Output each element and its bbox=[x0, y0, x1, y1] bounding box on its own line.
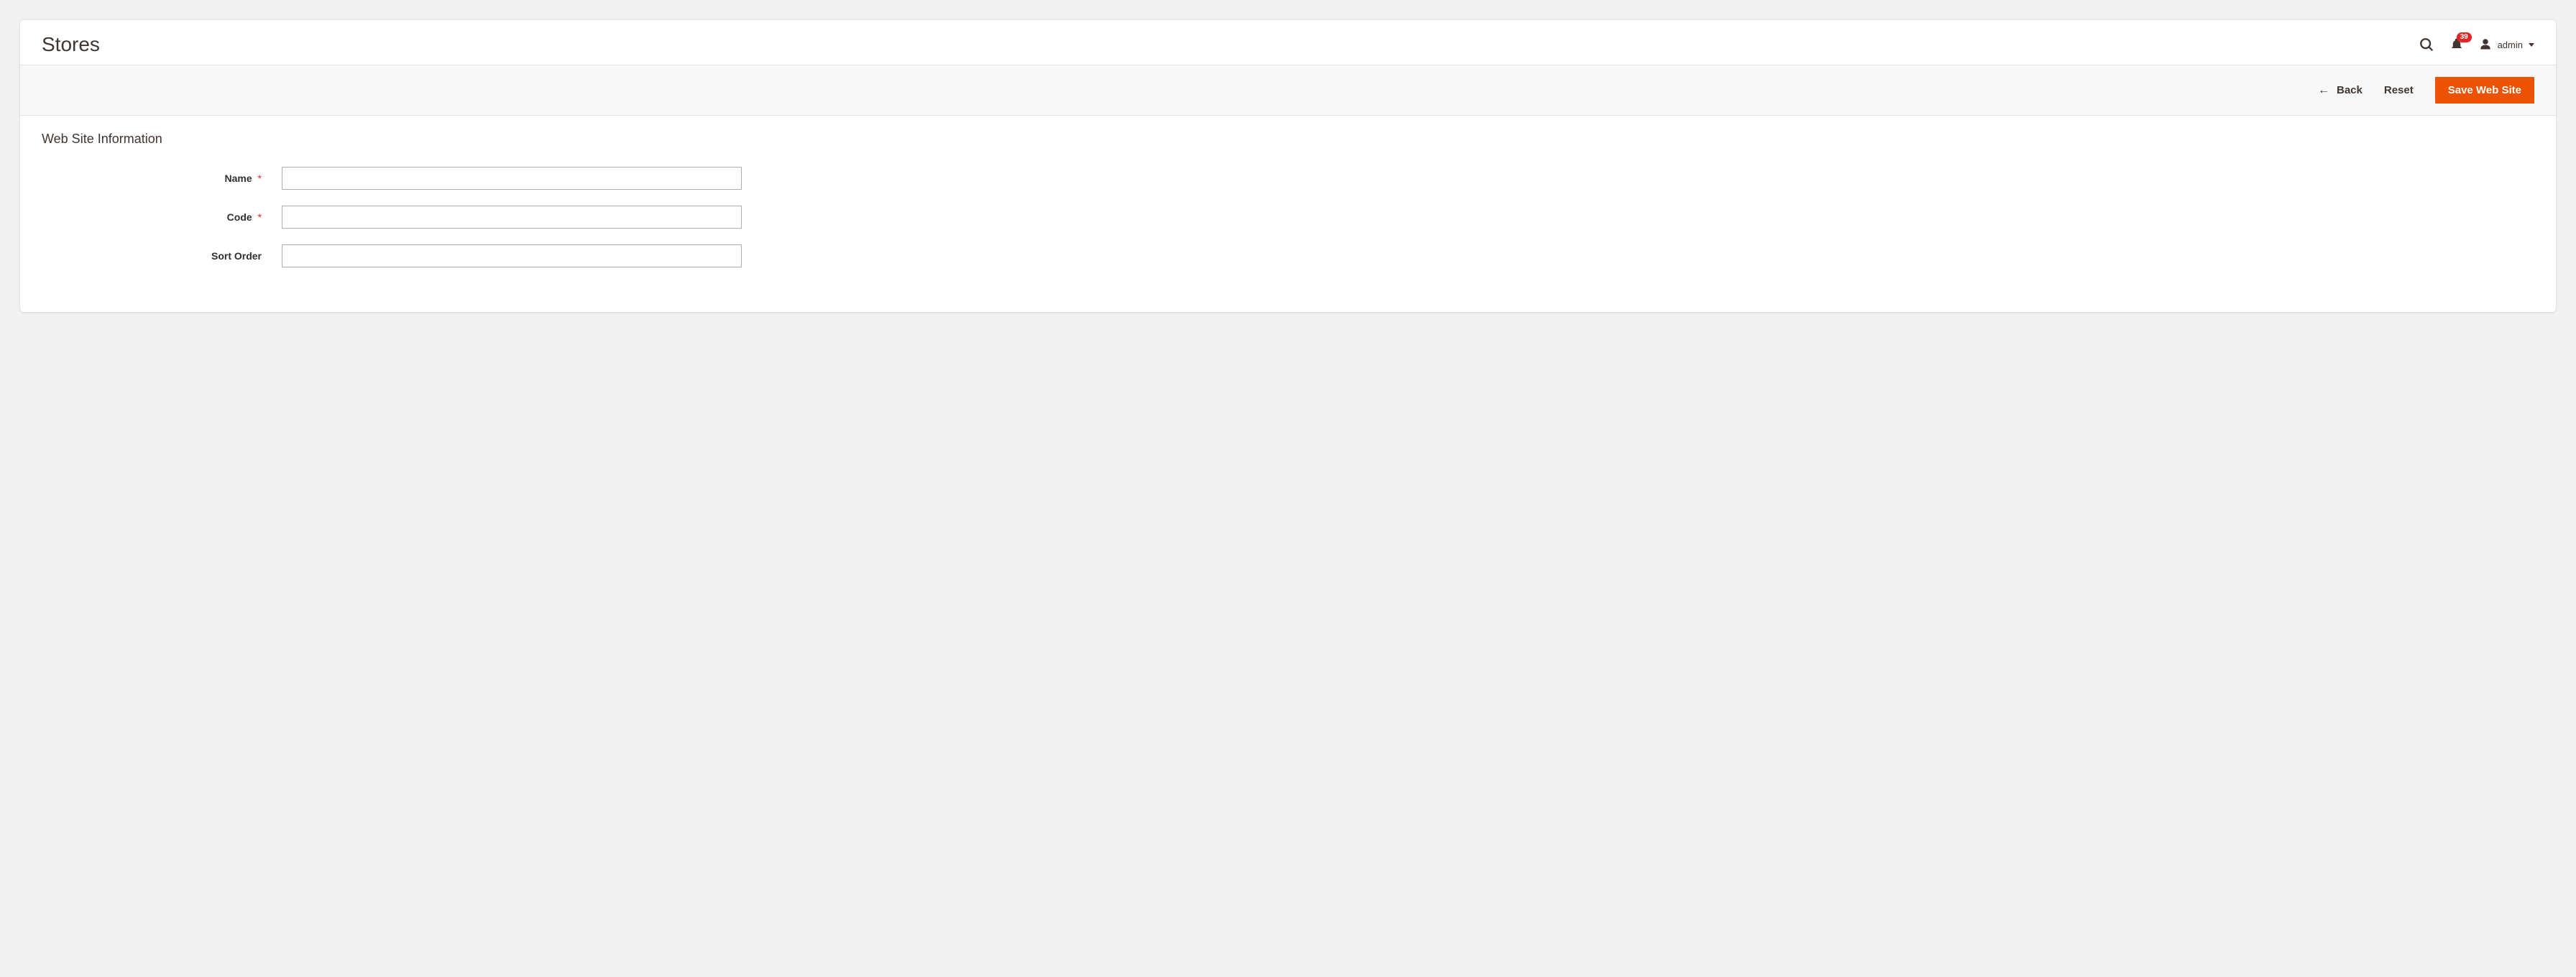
required-indicator: * bbox=[258, 211, 262, 223]
code-input[interactable] bbox=[282, 206, 742, 229]
back-button-label: Back bbox=[2337, 84, 2363, 96]
required-indicator: * bbox=[258, 173, 262, 184]
name-input[interactable] bbox=[282, 167, 742, 190]
user-icon bbox=[2479, 37, 2492, 52]
back-button[interactable]: ← Back bbox=[2318, 84, 2363, 96]
section-title: Web Site Information bbox=[42, 132, 2534, 147]
search-icon[interactable] bbox=[2419, 37, 2434, 52]
sort-order-label: Sort Order bbox=[42, 250, 282, 262]
name-label-text: Name bbox=[225, 173, 252, 184]
action-bar: ← Back Reset Save Web Site bbox=[20, 65, 2556, 116]
name-label: Name * bbox=[42, 173, 282, 184]
notifications-button[interactable]: 39 bbox=[2450, 37, 2463, 52]
user-menu[interactable]: admin bbox=[2479, 37, 2534, 52]
field-row-sort-order: Sort Order bbox=[42, 244, 2534, 267]
save-button[interactable]: Save Web Site bbox=[2435, 77, 2534, 104]
header-actions: 39 admin bbox=[2419, 37, 2534, 52]
chevron-down-icon bbox=[2529, 43, 2534, 47]
field-row-name: Name * bbox=[42, 167, 2534, 190]
sort-order-input[interactable] bbox=[282, 244, 742, 267]
form-section: Web Site Information Name * Code * Sort … bbox=[20, 116, 2556, 312]
user-name: admin bbox=[2498, 40, 2523, 50]
page-title: Stores bbox=[42, 33, 100, 56]
page-header: Stores 39 bbox=[20, 20, 2556, 65]
arrow-left-icon: ← bbox=[2318, 85, 2329, 96]
main-container: Stores 39 bbox=[20, 20, 2556, 312]
sort-order-label-text: Sort Order bbox=[211, 250, 262, 262]
notification-badge: 39 bbox=[2457, 32, 2472, 42]
reset-button[interactable]: Reset bbox=[2384, 84, 2414, 96]
code-label-text: Code bbox=[227, 211, 252, 223]
code-label: Code * bbox=[42, 211, 282, 223]
field-row-code: Code * bbox=[42, 206, 2534, 229]
